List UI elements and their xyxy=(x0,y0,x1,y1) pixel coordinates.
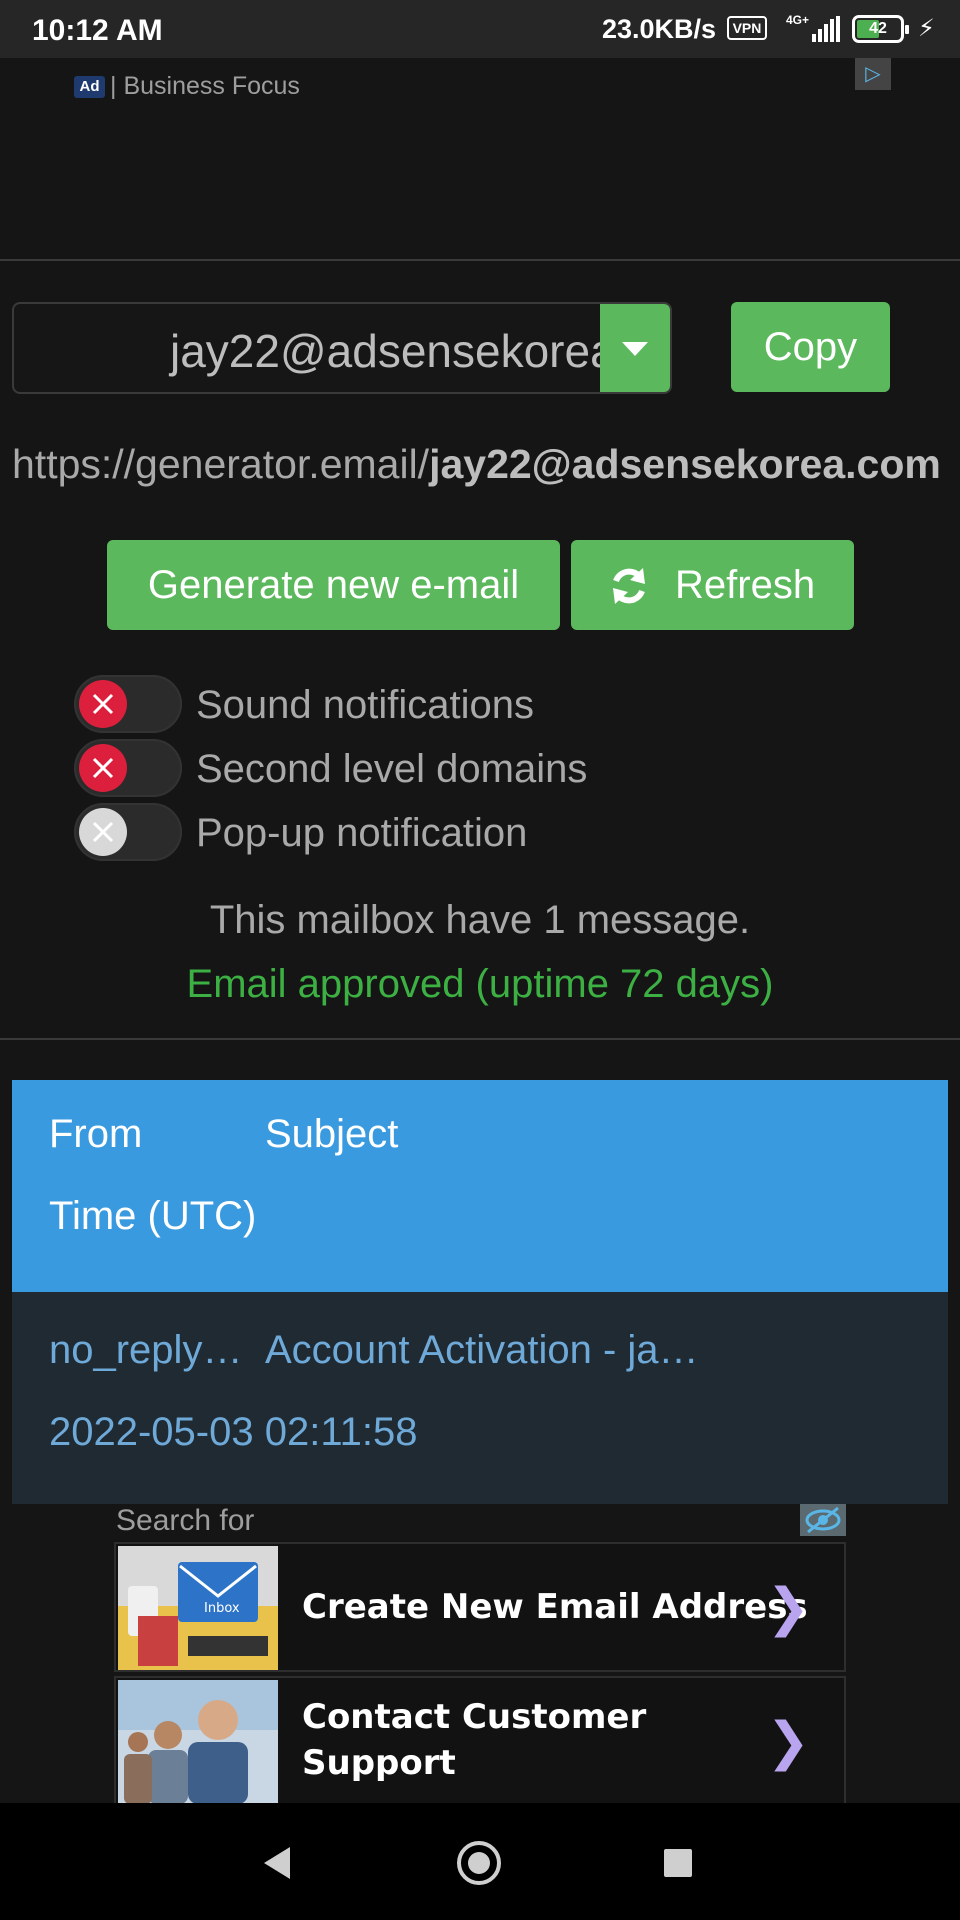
table-row[interactable]: no_reply… Account Activation - ja… 2022-… xyxy=(12,1292,948,1504)
eye-icon[interactable] xyxy=(800,1504,846,1536)
toggle-label: Second level domains xyxy=(196,747,588,791)
popup-notification-switch[interactable] xyxy=(74,803,182,861)
toggle-sound-notifications[interactable]: Sound notifications xyxy=(74,675,674,735)
network-type: 4G+ xyxy=(786,13,810,27)
close-icon xyxy=(79,680,127,728)
ad-item-contact-support[interactable]: Contact Customer Support ❯ xyxy=(114,1676,846,1804)
search-ad-header: Search for xyxy=(116,1504,255,1537)
refresh-button[interactable]: Refresh xyxy=(571,540,854,630)
row-from: no_reply… xyxy=(49,1328,243,1372)
battery-level: 42 xyxy=(869,20,887,37)
chevron-right-icon: ❯ xyxy=(766,1713,810,1771)
adchoices-icon[interactable]: ▷ xyxy=(855,58,891,90)
status-time: 10:12 AM xyxy=(32,14,163,47)
charging-icon: ⚡ xyxy=(918,15,935,42)
ad-item-title: Create New Email Address xyxy=(302,1587,808,1627)
ad-source: | Business Focus xyxy=(110,72,300,100)
close-icon xyxy=(79,808,127,856)
email-select[interactable]: jay22@adsensekorea.com xyxy=(12,302,672,394)
signal-icon xyxy=(812,16,840,42)
toggle-second-level-domains[interactable]: Second level domains xyxy=(74,739,674,799)
header-time: Time (UTC) xyxy=(49,1194,257,1238)
copy-button[interactable]: Copy xyxy=(731,302,890,392)
ad-badge: Ad xyxy=(74,76,105,98)
header-from: From xyxy=(49,1112,143,1156)
mail-table-header: From Subject Time (UTC) xyxy=(12,1080,948,1292)
divider xyxy=(0,1038,960,1040)
status-bar: 10:12 AM 23.0KB/s VPN 4G+ 42 ⚡ xyxy=(0,0,960,58)
url-prefix: https://generator.email/ xyxy=(12,441,430,487)
chevron-right-icon: ❯ xyxy=(766,1579,810,1637)
search-ad: Search for Inbox Create New Email Addres… xyxy=(114,1504,846,1804)
system-navigation-bar xyxy=(0,1803,960,1920)
home-icon[interactable] xyxy=(457,1841,501,1885)
generate-new-email-button[interactable]: Generate new e-mail xyxy=(107,540,560,630)
battery-icon: 42 xyxy=(852,15,909,43)
inbox-thumbnail: Inbox xyxy=(118,1546,278,1670)
network-speed: 23.0KB/s xyxy=(602,14,717,44)
toggle-popup-notification[interactable]: Pop-up notification xyxy=(74,803,674,863)
row-subject: Account Activation - ja… xyxy=(265,1328,699,1372)
back-icon[interactable] xyxy=(264,1847,290,1879)
row-time: 2022-05-03 02:11:58 xyxy=(49,1410,418,1454)
approved-status: Email approved (uptime 72 days) xyxy=(186,962,774,1006)
refresh-icon xyxy=(613,568,645,604)
ad-item-create-email[interactable]: Inbox Create New Email Address ❯ xyxy=(114,1542,846,1672)
mailbox-count: This mailbox have 1 message. xyxy=(209,898,751,942)
recent-apps-icon[interactable] xyxy=(664,1849,692,1877)
toggle-label: Sound notifications xyxy=(196,683,535,727)
email-address-value: jay22@adsensekorea.com xyxy=(170,325,672,377)
mailbox-url[interactable]: https://generator.email/jay22@adsensekor… xyxy=(12,441,941,488)
divider xyxy=(0,259,960,261)
url-email: jay22@adsensekorea.com xyxy=(429,441,941,487)
close-icon xyxy=(79,744,127,792)
vpn-icon: VPN xyxy=(727,16,767,40)
header-subject: Subject xyxy=(265,1112,399,1156)
refresh-label: Refresh xyxy=(675,563,816,607)
support-thumbnail xyxy=(118,1680,278,1804)
ad-item-title: Contact Customer xyxy=(302,1697,647,1737)
ad-item-title-line2: Support xyxy=(302,1743,456,1783)
chevron-down-icon[interactable] xyxy=(600,304,670,392)
sound-notifications-switch[interactable] xyxy=(74,675,182,733)
toggle-label: Pop-up notification xyxy=(196,811,528,855)
second-level-domains-switch[interactable] xyxy=(74,739,182,797)
svg-text:Inbox: Inbox xyxy=(204,1601,240,1616)
